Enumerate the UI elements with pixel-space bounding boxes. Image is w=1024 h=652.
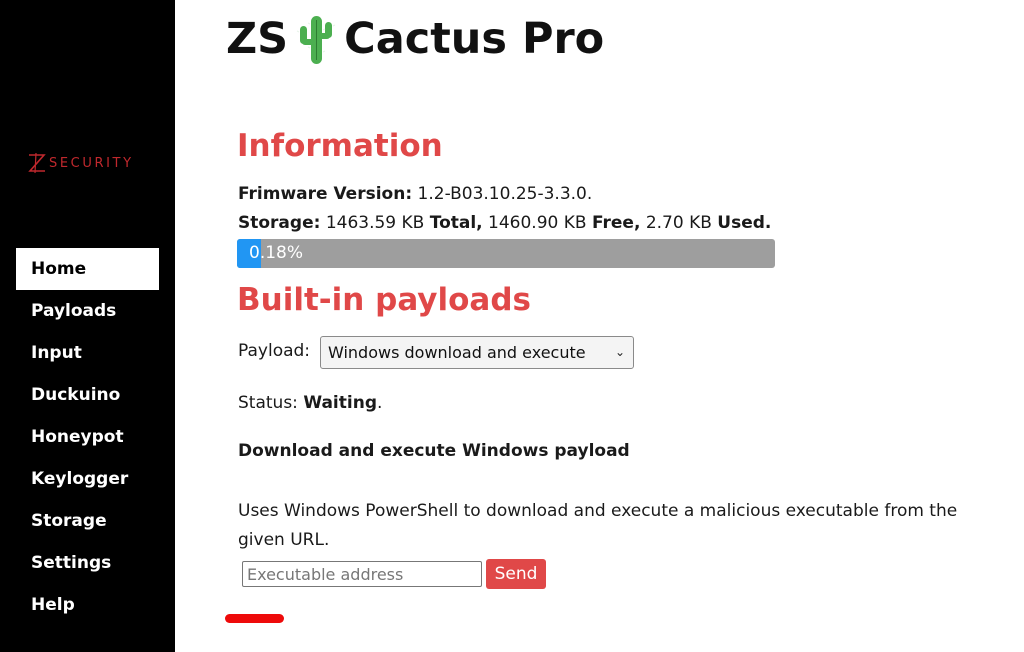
executable-address-input[interactable] [242, 561, 482, 587]
payload-select-value: Windows download and execute [328, 343, 586, 362]
decorative-red-bar [225, 614, 284, 623]
sidebar-item-keylogger[interactable]: Keylogger [16, 458, 159, 500]
status-line: Status: Waiting. [238, 393, 382, 413]
logo-text: SECURITY [49, 155, 134, 171]
storage-free-label: Free, [591, 213, 641, 233]
storage-line: Storage: 1463.59 KB Total, 1460.90 KB Fr… [238, 213, 771, 233]
zsecurity-logo: SECURITY [27, 150, 142, 176]
title-product: Cactus Pro [344, 14, 605, 64]
sidebar-item-help[interactable]: Help [16, 584, 159, 626]
storage-label: Storage: [238, 213, 321, 233]
information-heading: Information [237, 128, 443, 164]
storage-progress-bar: 0.18% [237, 239, 775, 268]
sidebar-item-storage[interactable]: Storage [16, 500, 159, 542]
title-prefix: ZS [226, 14, 289, 64]
sidebar-item-input[interactable]: Input [16, 332, 159, 374]
chevron-down-icon: ⌄ [614, 345, 625, 359]
page-title: ZS Cactus Pro [226, 12, 604, 66]
payload-description: Uses Windows PowerShell to download and … [238, 501, 958, 550]
storage-free-value: 1460.90 KB [488, 213, 587, 233]
sidebar: SECURITY Home Payloads Input Duckuino Ho… [0, 0, 175, 652]
storage-used-label: Used. [717, 213, 772, 233]
status-value: Waiting [303, 393, 377, 413]
storage-total-value: 1463.59 KB [325, 213, 425, 233]
payload-label: Payload: [238, 341, 311, 361]
sidebar-item-settings[interactable]: Settings [16, 542, 159, 584]
sidebar-item-honeypot[interactable]: Honeypot [16, 416, 159, 458]
payload-select[interactable]: Windows download and execute ⌄ [320, 336, 634, 369]
storage-total-label: Total, [429, 213, 483, 233]
send-button[interactable]: Send [486, 559, 546, 589]
payload-title: Download and execute Windows payload [238, 441, 630, 461]
sidebar-item-payloads[interactable]: Payloads [16, 290, 159, 332]
status-label: Status: [238, 393, 298, 413]
sidebar-item-home[interactable]: Home [16, 248, 159, 290]
storage-used-value: 2.70 KB [645, 213, 712, 233]
storage-progress-text: 0.18% [249, 243, 304, 263]
sidebar-nav: Home Payloads Input Duckuino Honeypot Ke… [16, 248, 159, 626]
z-logo-icon [28, 152, 46, 174]
status-end: . [376, 393, 383, 413]
firmware-line: Frimware Version: 1.2-B03.10.25-3.3.0. [238, 184, 592, 204]
firmware-label: Frimware Version: [238, 184, 413, 204]
cactus-icon [296, 16, 336, 64]
sidebar-item-duckuino[interactable]: Duckuino [16, 374, 159, 416]
firmware-value: 1.2-B03.10.25-3.3.0. [417, 184, 593, 204]
payloads-heading: Built-in payloads [237, 282, 531, 318]
